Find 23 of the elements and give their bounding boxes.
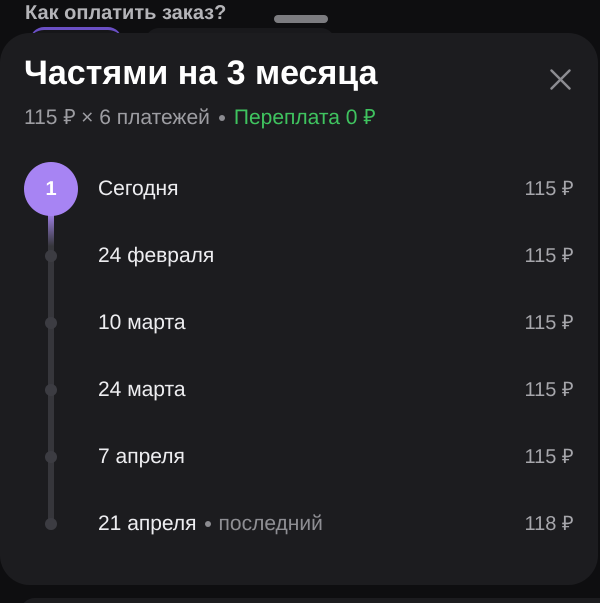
payment-date: 24 февраля [98,244,214,268]
sheet-title: Частями на 3 месяца [24,53,378,93]
page-heading: Как оплатить заказ? [25,1,226,25]
payment-date: 21 апреля [98,512,197,536]
payment-summary: 115 ₽ × 6 платежей [24,106,210,130]
close-button[interactable] [550,69,571,90]
drag-handle[interactable] [274,15,328,23]
payment-amount: 115 ₽ [524,378,574,402]
payment-date: 7 апреля [98,444,185,468]
payment-date: 24 марта [98,378,186,402]
payment-date: Сегодня [98,176,178,200]
payment-amount: 115 ₽ [524,244,574,268]
bullet-icon [218,115,225,121]
payment-amount: 115 ₽ [524,444,574,468]
overpayment-label: Переплата 0 ₽ [234,106,376,130]
step-marker: 1 [24,162,78,216]
close-icon [550,69,571,90]
bullet-icon [204,520,211,526]
payment-date: 10 марта [98,310,186,334]
payment-amount: 115 ₽ [524,176,574,200]
payment-amount: 118 ₽ [524,512,574,536]
payment-amount: 115 ₽ [524,310,574,334]
payment-note: последний [218,512,323,536]
